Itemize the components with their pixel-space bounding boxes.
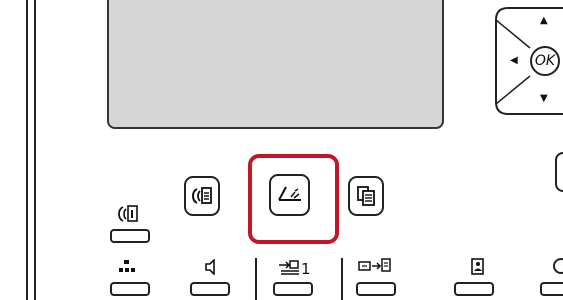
fax-status-icon (118, 204, 140, 228)
ok-button[interactable]: OK (530, 46, 560, 76)
address-book-button[interactable] (454, 282, 494, 296)
copy-mode-button[interactable] (348, 176, 384, 216)
ok-label: OK (534, 53, 556, 69)
panel-edge-line (26, 0, 28, 300)
scan-button-highlight (248, 154, 339, 244)
separator-line (341, 258, 343, 300)
address-book-icon (470, 258, 486, 280)
speaker-button[interactable] (190, 282, 230, 296)
network-button[interactable] (110, 282, 150, 296)
tray-number-label: 1 (301, 260, 311, 278)
partial-circle-icon (553, 258, 563, 274)
input-tray-icon (278, 260, 300, 280)
tray-select-button[interactable] (273, 282, 313, 296)
right-partial-button[interactable] (555, 152, 563, 192)
nav-down-icon[interactable]: ▼ (540, 94, 548, 104)
speaker-icon (203, 258, 221, 279)
panel-edge-line-inner (34, 0, 36, 300)
fax-status-pill-button[interactable] (110, 229, 150, 243)
fax-document-icon (191, 187, 212, 204)
nav-up-icon[interactable]: ▲ (540, 16, 548, 26)
right-partial-pill-button[interactable] (540, 282, 563, 296)
nav-left-icon[interactable]: ◀ (510, 56, 518, 66)
lcd-display (107, 0, 444, 129)
separator-line (255, 258, 257, 300)
duplex-button[interactable] (356, 282, 396, 296)
copy-icon (357, 186, 375, 206)
duplex-scan-icon (358, 258, 392, 280)
network-icon (118, 259, 136, 279)
fax-mode-button[interactable] (184, 176, 220, 216)
